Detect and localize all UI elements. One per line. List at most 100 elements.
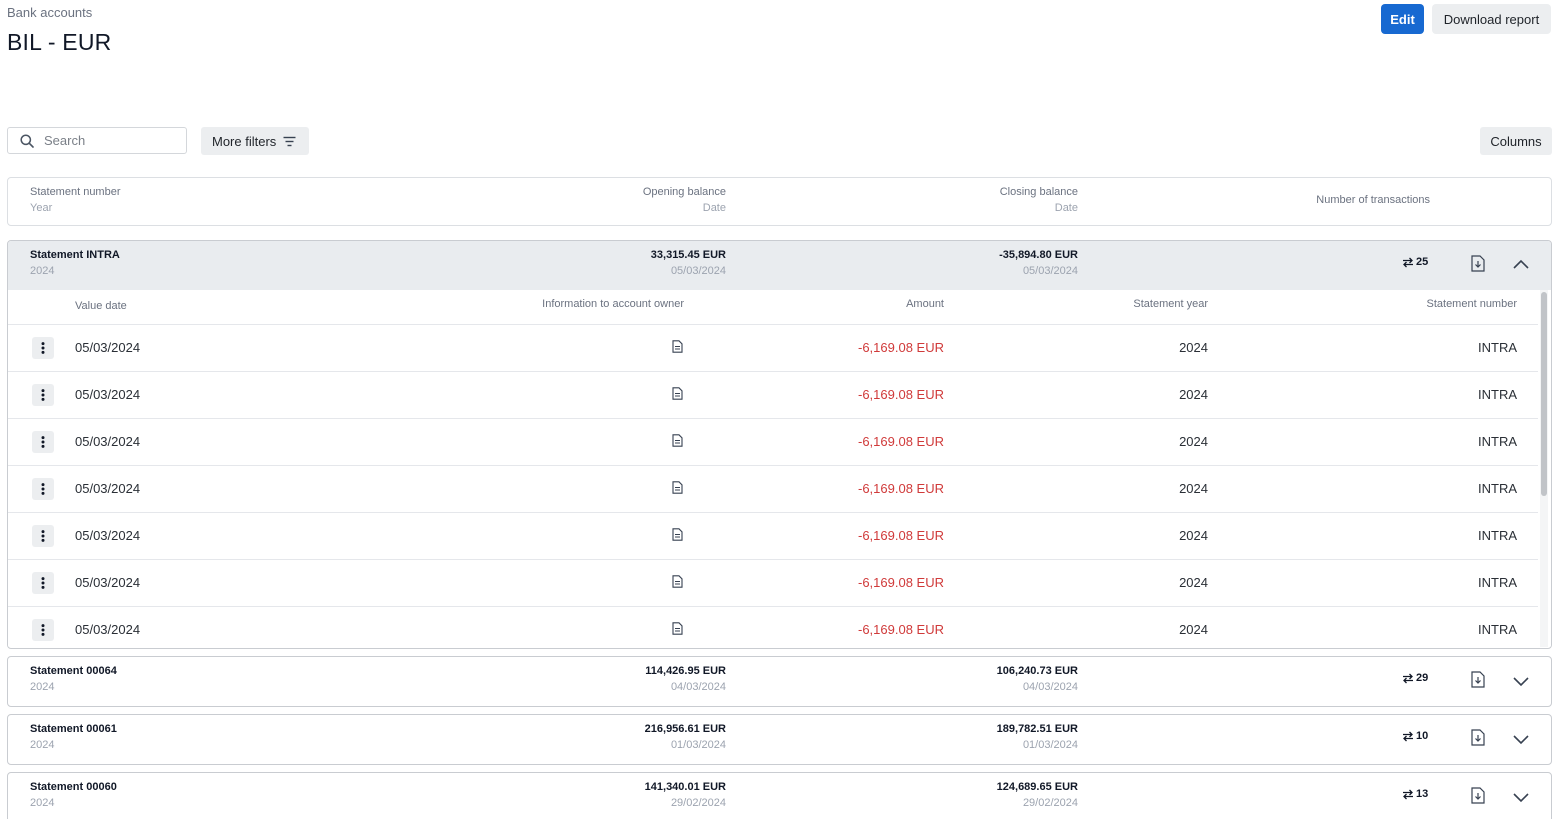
chevron-down-icon[interactable] (1511, 729, 1531, 749)
transfer-icon (1403, 731, 1413, 741)
statement-year: 2024 (1179, 622, 1208, 637)
statement-year: 2024 (30, 681, 55, 693)
amount: -6,169.08 EUR (858, 340, 944, 355)
transaction-count-value: 13 (1416, 788, 1429, 800)
document-icon[interactable] (672, 622, 683, 635)
more-vertical-icon (41, 530, 45, 542)
header-opening-balance[interactable]: Opening balance Date (526, 186, 726, 214)
value-date: 05/03/2024 (75, 340, 141, 355)
document-icon[interactable] (672, 528, 683, 541)
statement-row-header[interactable]: Statement 00061 2024 216,956.61 EUR 01/0… (8, 715, 1551, 764)
col-amount[interactable]: Amount (744, 298, 944, 310)
more-vertical-icon (41, 436, 45, 448)
amount: -6,169.08 EUR (858, 528, 944, 543)
statement-row-header[interactable]: Statement 00064 2024 114,426.95 EUR 04/0… (8, 657, 1551, 706)
chevron-down-icon[interactable] (1511, 787, 1531, 807)
table-row[interactable]: 05/03/2024 -6,169.08 EUR 2024 INTRA (8, 325, 1538, 372)
more-filters-label: More filters (212, 133, 277, 149)
row-actions-button[interactable] (32, 525, 54, 547)
table-row[interactable]: 05/03/2024 -6,169.08 EUR 2024 INTRA (8, 513, 1538, 560)
table-row[interactable]: 05/03/2024 -6,169.08 EUR 2024 INTRA (8, 607, 1538, 648)
statement-year: 2024 (1179, 434, 1208, 449)
statement-name: Statement 00064 (30, 665, 117, 677)
file-download-icon[interactable] (1471, 255, 1485, 272)
chevron-down-icon[interactable] (1511, 671, 1531, 691)
col-statement-year[interactable]: Statement year (1008, 298, 1208, 310)
vertical-scrollbar[interactable] (1540, 290, 1548, 647)
amount: -6,169.08 EUR (858, 575, 944, 590)
edit-button[interactable]: Edit (1381, 4, 1424, 34)
row-actions-button[interactable] (32, 619, 54, 641)
header-number-of-transactions[interactable]: Number of transactions (1230, 194, 1430, 206)
statement-number: INTRA (1478, 481, 1517, 496)
opening-date: 05/03/2024 (670, 265, 726, 277)
row-actions-button[interactable] (32, 572, 54, 594)
header-statement-number[interactable]: Statement number Year (30, 186, 121, 214)
col-value-date[interactable]: Value date (75, 300, 127, 312)
statement-row-header[interactable]: Statement 00060 2024 141,340.01 EUR 29/0… (8, 773, 1551, 819)
more-vertical-icon (41, 483, 45, 495)
row-actions-button[interactable] (32, 431, 54, 453)
statement-name: Statement INTRA (30, 249, 120, 261)
more-vertical-icon (41, 389, 45, 401)
value-date: 05/03/2024 (75, 434, 141, 449)
statements-header: Statement number Year Opening balance Da… (7, 177, 1552, 226)
opening-date: 04/03/2024 (670, 681, 726, 693)
chevron-up-icon[interactable] (1511, 255, 1531, 275)
breadcrumb[interactable]: Bank accounts (7, 5, 92, 20)
statement-number: INTRA (1478, 434, 1517, 449)
statement-name: Statement 00060 (30, 781, 117, 793)
search-box[interactable] (7, 127, 187, 154)
statement-name: Statement 00061 (30, 723, 117, 735)
header-sublabel: Date (702, 202, 726, 214)
statement-row: Statement 00060 2024 141,340.01 EUR 29/0… (7, 772, 1552, 819)
file-download-icon[interactable] (1471, 671, 1485, 688)
download-report-button[interactable]: Download report (1432, 4, 1551, 34)
columns-button[interactable]: Columns (1480, 127, 1552, 155)
table-row[interactable]: 05/03/2024 -6,169.08 EUR 2024 INTRA (8, 419, 1538, 466)
document-icon[interactable] (672, 387, 683, 400)
amount: -6,169.08 EUR (858, 387, 944, 402)
table-row[interactable]: 05/03/2024 -6,169.08 EUR 2024 INTRA (8, 372, 1538, 419)
statement-number: INTRA (1478, 528, 1517, 543)
opening-balance: 216,956.61 EUR (644, 723, 726, 735)
value-date: 05/03/2024 (75, 528, 141, 543)
col-statement-number[interactable]: Statement number (1317, 298, 1518, 310)
table-row[interactable]: 05/03/2024 -6,169.08 EUR 2024 INTRA (8, 560, 1538, 607)
closing-date: 29/02/2024 (1022, 797, 1078, 809)
scrollbar-thumb[interactable] (1541, 292, 1547, 496)
statement-row-header[interactable]: Statement INTRA 2024 33,315.45 EUR 05/03… (8, 241, 1551, 290)
file-download-icon[interactable] (1471, 729, 1485, 746)
transaction-count-value: 29 (1416, 672, 1429, 684)
row-actions-button[interactable] (32, 337, 54, 359)
value-date: 05/03/2024 (75, 387, 141, 402)
statement-year: 2024 (1179, 528, 1208, 543)
file-download-icon[interactable] (1471, 787, 1485, 804)
closing-balance: 189,782.51 EUR (996, 723, 1078, 735)
search-input[interactable] (44, 133, 174, 148)
transactions-header: Value date Information to account owner … (8, 290, 1538, 325)
closing-date: 01/03/2024 (1022, 739, 1078, 751)
transaction-count-value: 10 (1416, 730, 1429, 742)
closing-date: 05/03/2024 (1022, 265, 1078, 277)
row-actions-button[interactable] (32, 384, 54, 406)
amount: -6,169.08 EUR (858, 434, 944, 449)
document-icon[interactable] (672, 434, 683, 447)
statement-year: 2024 (30, 265, 55, 277)
col-information[interactable]: Information to account owner (484, 298, 684, 310)
row-actions-button[interactable] (32, 478, 54, 500)
header-sublabel: Date (1054, 202, 1078, 214)
header-closing-balance[interactable]: Closing balance Date (878, 186, 1078, 214)
header-label: Opening balance (642, 186, 726, 198)
table-row[interactable]: 05/03/2024 -6,169.08 EUR 2024 INTRA (8, 466, 1538, 513)
document-icon[interactable] (672, 575, 683, 588)
transaction-count: 29 (1402, 672, 1428, 684)
statement-year: 2024 (1179, 340, 1208, 355)
transfer-icon (1403, 673, 1413, 683)
more-filters-button[interactable]: More filters (201, 127, 309, 155)
transaction-count: 10 (1402, 730, 1428, 742)
amount: -6,169.08 EUR (858, 481, 944, 496)
document-icon[interactable] (672, 481, 683, 494)
document-icon[interactable] (672, 340, 683, 353)
value-date: 05/03/2024 (75, 481, 141, 496)
